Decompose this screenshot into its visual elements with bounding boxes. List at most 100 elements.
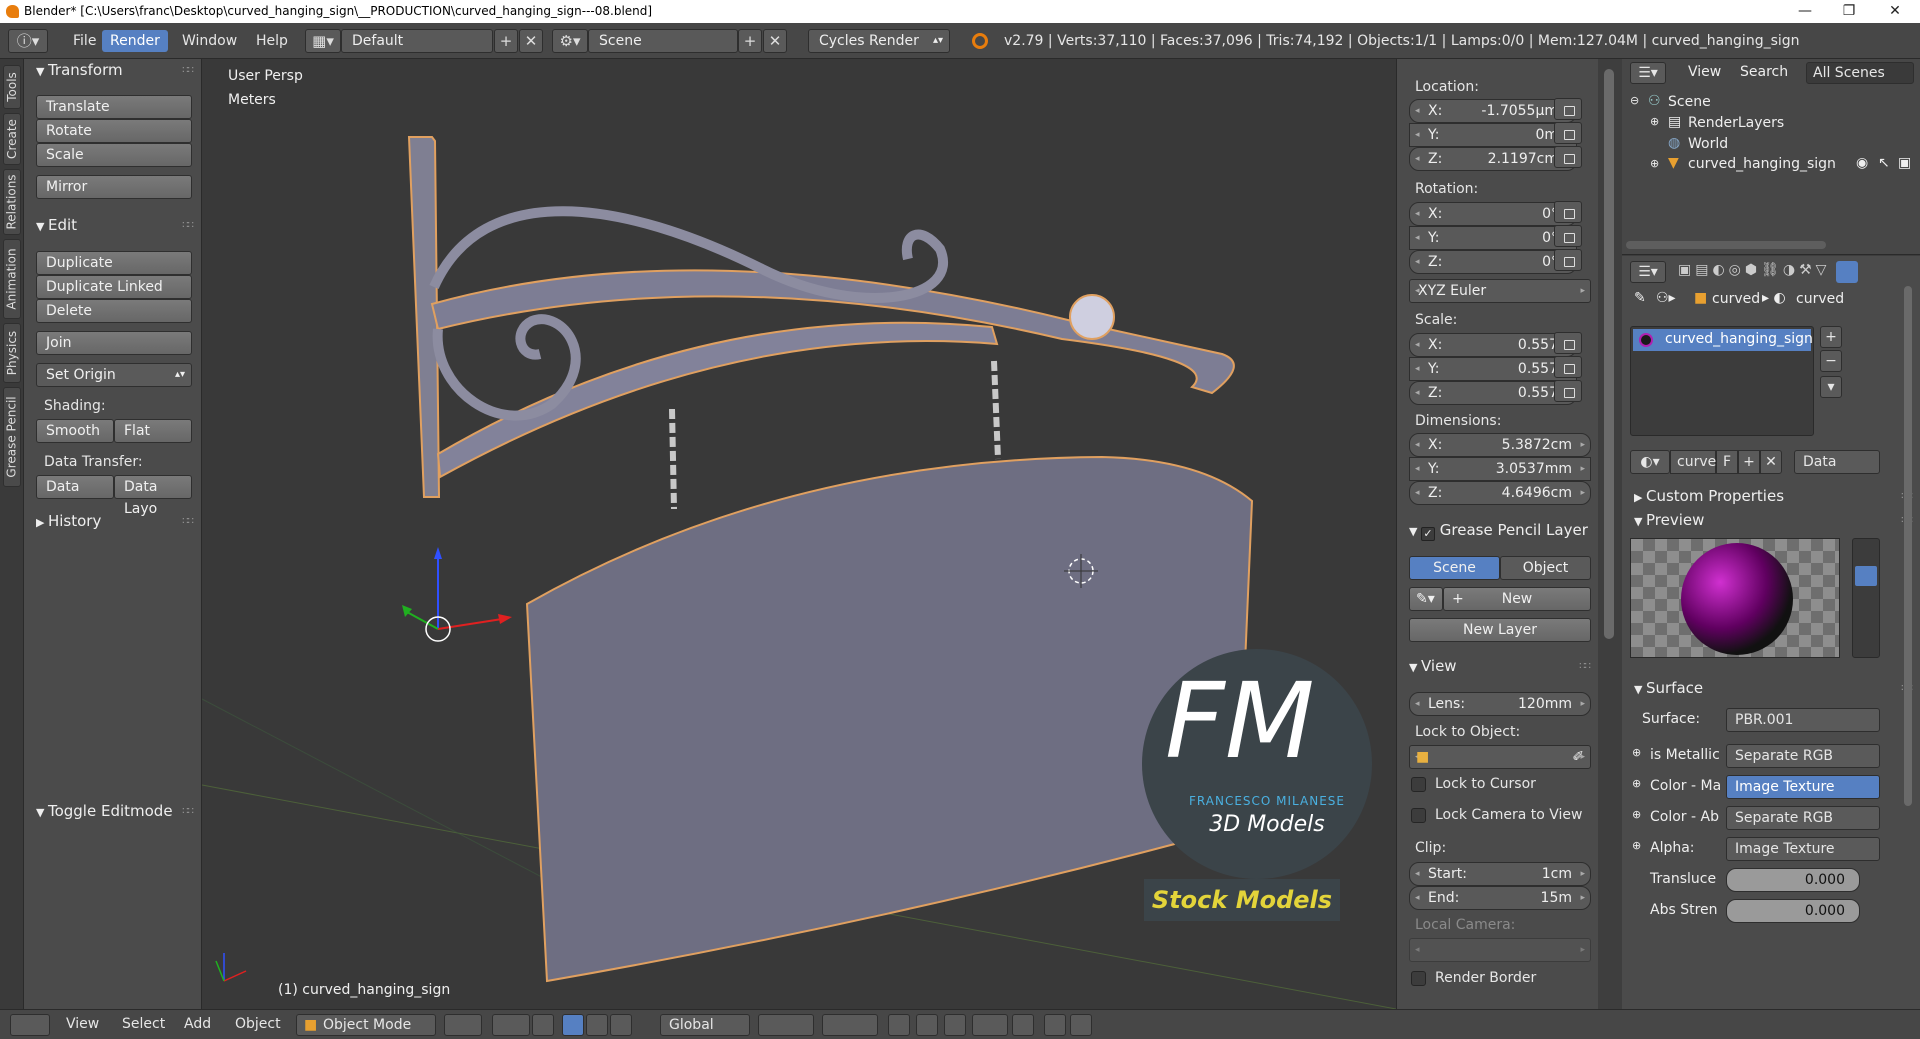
unlink-material-icon[interactable]: ✕ bbox=[1760, 450, 1782, 474]
menu-select[interactable]: Select bbox=[122, 1016, 165, 1032]
screen-layout-field[interactable]: Default bbox=[341, 29, 493, 53]
3d-viewport[interactable]: User Persp Meters FM FRANCESCO MILANESE … bbox=[202, 59, 1396, 1009]
lock-rotation-y-icon[interactable] bbox=[1554, 225, 1582, 247]
region-scrollbar[interactable] bbox=[1598, 59, 1622, 1009]
translate-manipulator-icon[interactable] bbox=[562, 1014, 584, 1036]
delete-button[interactable]: Delete bbox=[36, 299, 192, 323]
render-animation-icon[interactable] bbox=[1070, 1014, 1092, 1036]
panel-grip-icon[interactable]: ∷∷ bbox=[182, 806, 194, 817]
location-y-field[interactable]: Y:0m bbox=[1409, 123, 1577, 147]
dimension-z-field[interactable]: Z:4.6496cm bbox=[1409, 481, 1591, 505]
lock-rotation-z-icon[interactable] bbox=[1554, 249, 1582, 271]
add-layout-icon[interactable]: + bbox=[494, 29, 518, 53]
material-slot-list[interactable]: curved_hanging_sign bbox=[1630, 326, 1814, 436]
lock-scale-x-icon[interactable] bbox=[1554, 332, 1582, 354]
editor-type-info-icon[interactable]: ⓘ▾ bbox=[8, 29, 48, 53]
menu-file[interactable]: File bbox=[65, 30, 104, 52]
lock-location-y-icon[interactable] bbox=[1554, 122, 1582, 144]
outliner-item-world[interactable]: World bbox=[1688, 136, 1728, 152]
preview-header[interactable]: Preview bbox=[1634, 511, 1704, 529]
clip-start-field[interactable]: Start:1cm bbox=[1409, 862, 1591, 886]
preview-shape-selector[interactable] bbox=[1852, 538, 1880, 658]
grease-pencil-layer-panel-header[interactable]: ✓ Grease Pencil Layer bbox=[1409, 521, 1588, 541]
panel-grip-icon[interactable]: ∷∷ bbox=[1579, 661, 1591, 672]
selectable-arrow-icon[interactable]: ↖ bbox=[1878, 155, 1890, 171]
data-transfer-layout-button[interactable]: Data Layo bbox=[114, 475, 192, 517]
pivot-point-icon[interactable] bbox=[492, 1014, 530, 1036]
add-slot-icon[interactable]: + bbox=[1820, 326, 1842, 348]
material-name-field[interactable]: curve bbox=[1670, 450, 1716, 474]
scale-button[interactable]: Scale bbox=[36, 143, 192, 167]
lock-to-cursor-checkbox[interactable] bbox=[1411, 777, 1426, 792]
manipulator-x-axis[interactable] bbox=[437, 618, 503, 630]
material-link-select[interactable]: Data bbox=[1794, 450, 1880, 474]
tab-grease-pencil[interactable]: Grease Pencil bbox=[3, 387, 21, 487]
clip-end-field[interactable]: End:15m bbox=[1409, 886, 1591, 910]
rotation-x-field[interactable]: X:0° bbox=[1409, 202, 1577, 226]
lens-field[interactable]: Lens:120mm bbox=[1409, 692, 1591, 716]
surface-panel-header[interactable]: Surface bbox=[1634, 679, 1703, 697]
scale-y-field[interactable]: Y:0.557 bbox=[1409, 357, 1577, 381]
lock-location-x-icon[interactable] bbox=[1554, 98, 1582, 120]
menu-render[interactable]: Render bbox=[102, 30, 168, 52]
history-panel-header[interactable]: History bbox=[36, 512, 101, 530]
scale-x-field[interactable]: X:0.557 bbox=[1409, 333, 1577, 357]
scale-manipulator-icon[interactable] bbox=[610, 1014, 632, 1036]
menu-view[interactable]: View bbox=[66, 1016, 99, 1032]
interaction-mode-select[interactable]: ■ Object Mode bbox=[296, 1014, 436, 1036]
dimension-x-field[interactable]: X:5.3872cm bbox=[1409, 433, 1591, 457]
lock-scale-z-icon[interactable] bbox=[1554, 380, 1582, 402]
data-transfer-button[interactable]: Data bbox=[36, 475, 114, 499]
panel-grip-icon[interactable]: ∷∷ bbox=[182, 220, 194, 231]
minimize-icon[interactable]: — bbox=[1782, 0, 1828, 23]
expand-node-icon[interactable]: ⊕ bbox=[1632, 746, 1641, 759]
scale-z-field[interactable]: Z:0.557 bbox=[1409, 381, 1577, 405]
render-border-checkbox[interactable] bbox=[1411, 971, 1426, 986]
color-ma-input[interactable]: Image Texture bbox=[1726, 775, 1880, 799]
join-button[interactable]: Join bbox=[36, 331, 192, 355]
duplicate-linked-button[interactable]: Duplicate Linked bbox=[36, 275, 192, 299]
outliner-filter-select[interactable]: All Scenes bbox=[1806, 62, 1914, 84]
scene-selector-icon[interactable]: ⚙▾ bbox=[552, 29, 588, 53]
tab-animation[interactable]: Animation bbox=[3, 239, 21, 319]
scene-layers-1-icon[interactable] bbox=[758, 1014, 814, 1036]
color-ab-input[interactable]: Separate RGB bbox=[1726, 806, 1880, 830]
gp-scene-toggle[interactable]: Scene bbox=[1409, 556, 1500, 580]
expand-icon[interactable]: ⊕ bbox=[1650, 115, 1659, 128]
render-engine-select[interactable]: Cycles Render ▴▾ bbox=[808, 29, 950, 53]
browse-material-icon[interactable]: ◐▾ bbox=[1630, 450, 1670, 474]
remove-layout-icon[interactable]: ✕ bbox=[519, 29, 543, 53]
menu-object[interactable]: Object bbox=[235, 1016, 281, 1032]
smooth-button[interactable]: Smooth bbox=[36, 419, 114, 443]
location-x-field[interactable]: X:-1.7055µm bbox=[1409, 99, 1577, 123]
eyedropper-icon[interactable]: ✐ bbox=[1572, 746, 1584, 768]
scrollbar-thumb[interactable] bbox=[1604, 69, 1614, 639]
viewport-shading-icon[interactable] bbox=[444, 1014, 482, 1036]
translate-button[interactable]: Translate bbox=[36, 95, 192, 119]
remove-scene-icon[interactable]: ✕ bbox=[763, 29, 787, 53]
menu-window[interactable]: Window bbox=[174, 30, 245, 52]
flat-button[interactable]: Flat bbox=[114, 419, 192, 443]
screen-layout-icon[interactable]: ▦▾ bbox=[305, 29, 341, 53]
outliner-search-menu[interactable]: Search bbox=[1740, 64, 1788, 80]
preview-sphere-toggle[interactable] bbox=[1855, 566, 1877, 586]
panel-grip-icon[interactable]: ∷∷ bbox=[182, 516, 194, 527]
slot-specials-icon[interactable]: ▾ bbox=[1820, 376, 1842, 398]
custom-properties-header[interactable]: Custom Properties bbox=[1634, 487, 1784, 505]
render-camera-icon[interactable]: ▣ bbox=[1898, 155, 1911, 171]
outliner-item-scene[interactable]: Scene bbox=[1668, 94, 1711, 110]
tab-tools[interactable]: Tools bbox=[3, 65, 21, 109]
visibility-eye-icon[interactable]: ◉ bbox=[1856, 155, 1868, 171]
manipulator-toggle-icon[interactable] bbox=[532, 1014, 554, 1036]
gp-pencil-icon[interactable]: ✎▾ bbox=[1409, 587, 1443, 611]
dimension-y-field[interactable]: Y:3.0537mm bbox=[1409, 457, 1591, 481]
lock-layers-icon[interactable] bbox=[888, 1014, 910, 1036]
render-still-icon[interactable] bbox=[1044, 1014, 1066, 1036]
menu-help[interactable]: Help bbox=[248, 30, 296, 52]
outliner-view-menu[interactable]: View bbox=[1688, 64, 1721, 80]
gp-layer-checkbox[interactable]: ✓ bbox=[1420, 527, 1435, 541]
outliner-item-curved-hanging-sign[interactable]: curved_hanging_sign bbox=[1688, 156, 1836, 172]
expand-node-icon[interactable]: ⊕ bbox=[1632, 777, 1641, 790]
rotate-button[interactable]: Rotate bbox=[36, 119, 192, 143]
tab-create[interactable]: Create bbox=[3, 113, 21, 165]
